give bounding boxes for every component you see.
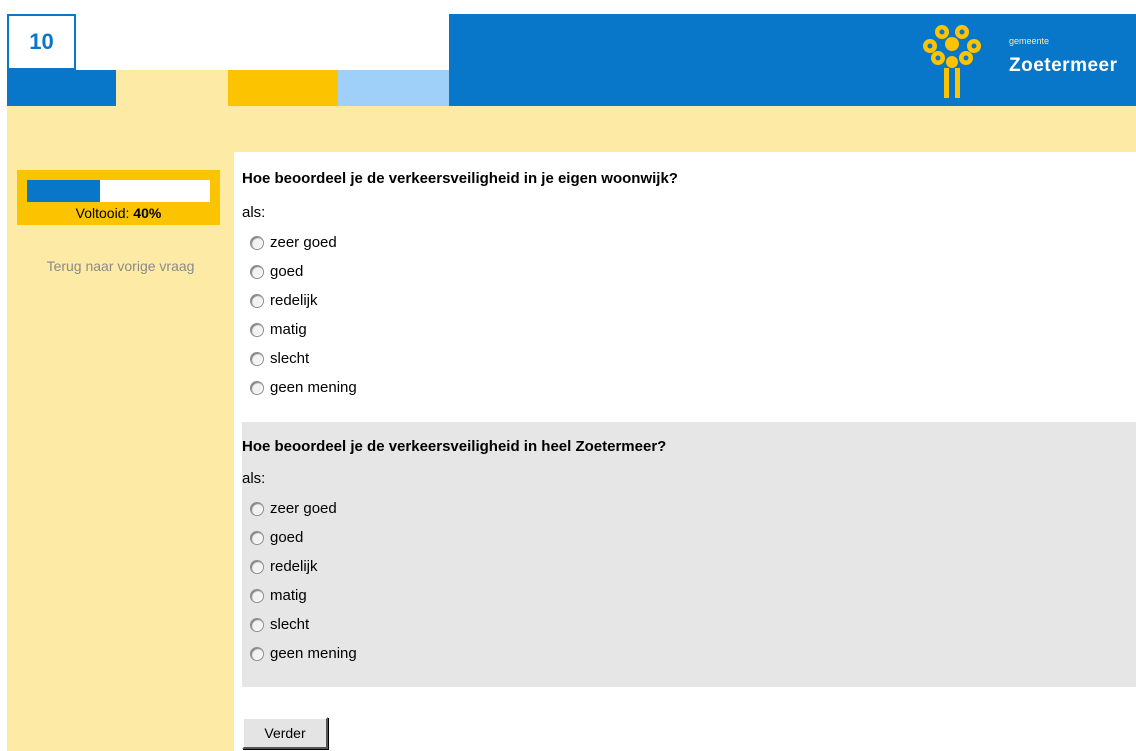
option-label: matig (270, 321, 307, 338)
progress-value: 40% (133, 205, 162, 221)
header-strip-blue (7, 70, 116, 106)
option-goed[interactable]: goed (250, 523, 357, 552)
option-redelijk[interactable]: redelijk (250, 552, 357, 581)
option-zeer-goed[interactable]: zeer goed (250, 494, 357, 523)
radio-button[interactable] (250, 351, 264, 366)
progress-indicator: Voltooid: 40% (17, 170, 220, 225)
zoetermeer-logo-icon (923, 25, 981, 98)
radio-button[interactable] (250, 235, 264, 250)
header-strip-light-blue (338, 70, 449, 106)
progress-fill (27, 180, 101, 202)
progress-label-text: Voltooid: (75, 205, 130, 221)
radio-button[interactable] (250, 501, 264, 516)
option-label: geen mening (270, 379, 357, 396)
option-label: slecht (270, 350, 310, 367)
option-label: redelijk (270, 292, 318, 309)
brand-name: Zoetermeer (1009, 55, 1118, 76)
option-label: zeer goed (270, 500, 337, 517)
next-button[interactable]: Verder (242, 717, 328, 749)
header-strip-yellow (116, 70, 228, 106)
page-number-badge: 10 (7, 14, 76, 70)
answer-options: zeer goed goed redelijk matig slecht gee… (250, 494, 357, 668)
option-matig[interactable]: matig (250, 315, 357, 344)
answer-prefix: als: (242, 204, 266, 221)
progress-track (27, 180, 210, 202)
radio-button[interactable] (250, 646, 264, 661)
option-goed[interactable]: goed (250, 257, 357, 286)
option-zeer-goed[interactable]: zeer goed (250, 228, 357, 257)
progress-label: Voltooid: 40% (17, 205, 220, 221)
option-redelijk[interactable]: redelijk (250, 286, 357, 315)
option-geen-mening[interactable]: geen mening (250, 373, 357, 402)
radio-button[interactable] (250, 617, 264, 632)
yellow-band (7, 106, 1136, 152)
radio-button[interactable] (250, 559, 264, 574)
radio-button[interactable] (250, 264, 264, 279)
option-label: redelijk (270, 558, 318, 575)
question-title: Hoe beoordeel je de verkeersveiligheid i… (242, 438, 667, 455)
option-label: matig (270, 587, 307, 604)
option-label: geen mening (270, 645, 357, 662)
header-strip-orange (228, 70, 338, 106)
option-slecht[interactable]: slecht (250, 344, 357, 373)
question-block-2: Hoe beoordeel je de verkeersveiligheid i… (242, 422, 1136, 687)
question-block-1: Hoe beoordeel je de verkeersveiligheid i… (242, 152, 1136, 422)
option-matig[interactable]: matig (250, 581, 357, 610)
answer-prefix: als: (242, 470, 266, 487)
radio-button[interactable] (250, 293, 264, 308)
radio-button[interactable] (250, 588, 264, 603)
option-slecht[interactable]: slecht (250, 610, 357, 639)
option-label: goed (270, 529, 304, 546)
option-geen-mening[interactable]: geen mening (250, 639, 357, 668)
sidebar (7, 152, 234, 751)
option-label: slecht (270, 616, 310, 633)
option-label: zeer goed (270, 234, 337, 251)
back-to-previous-link[interactable]: Terug naar vorige vraag (7, 258, 234, 274)
option-label: goed (270, 263, 304, 280)
brand-caption: gemeente (1009, 36, 1050, 46)
question-title: Hoe beoordeel je de verkeersveiligheid i… (242, 170, 678, 187)
radio-button[interactable] (250, 380, 264, 395)
radio-button[interactable] (250, 322, 264, 337)
radio-button[interactable] (250, 530, 264, 545)
answer-options: zeer goed goed redelijk matig slecht gee… (250, 228, 357, 402)
